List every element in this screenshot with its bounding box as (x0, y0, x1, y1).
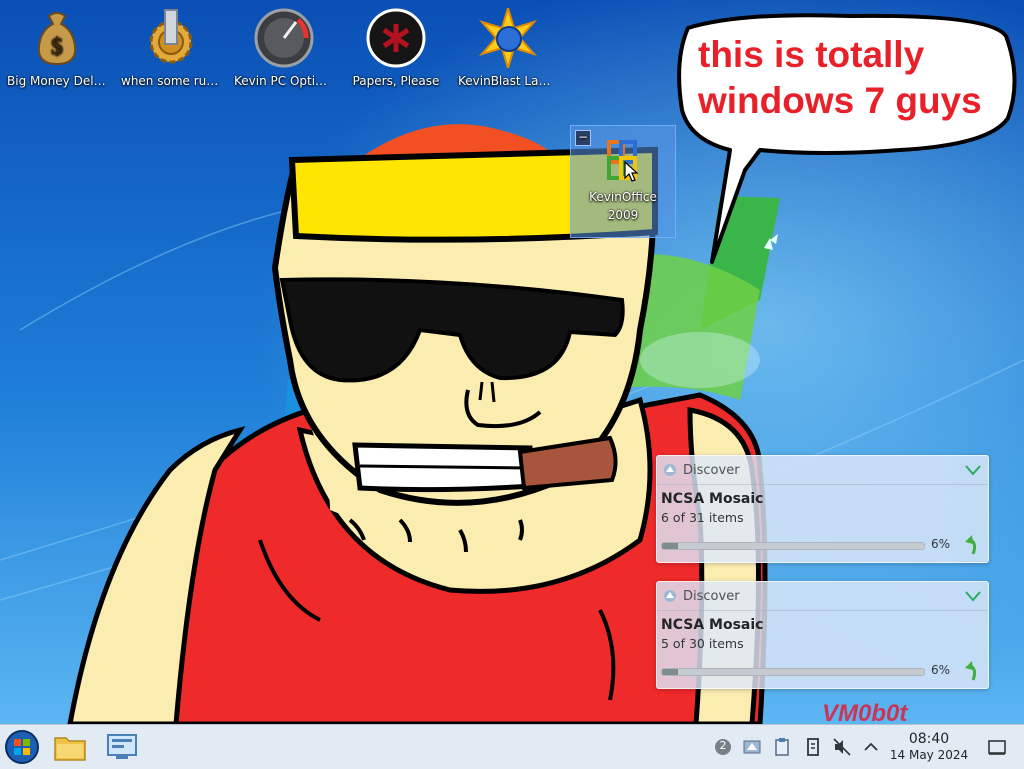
notification-title: NCSA Mosaic (661, 617, 764, 633)
desktop-icon-label: KevinOffice 2009 (589, 190, 657, 222)
tray-clipboard[interactable] (772, 737, 792, 757)
starburst-globe-icon (476, 4, 540, 72)
tray-volume[interactable] (832, 737, 852, 757)
system-settings-launcher[interactable] (104, 729, 140, 765)
volume-muted-icon (833, 738, 851, 756)
desktop-icon-label: KevinBlast Launcher (458, 74, 560, 88)
chevron-down-icon[interactable] (964, 463, 982, 477)
watermark-text: VM0b0t (822, 700, 908, 724)
desktop-icon-label: when some russian runs a... (121, 74, 223, 88)
desktop-icon-label: Papers, Please (352, 74, 440, 88)
undo-arrow-icon[interactable] (963, 660, 983, 682)
desktop-icon-label: Kevin PC Optimizer Ho... (234, 74, 336, 88)
explorer-icon (107, 734, 137, 759)
speech-bubble-text: this is totally windows 7 guys (698, 34, 982, 121)
notification-count-badge[interactable]: 2 (713, 737, 733, 757)
discover-icon (664, 464, 676, 476)
progress-bar (661, 542, 925, 550)
office-logo-icon (599, 136, 647, 184)
emblem-icon (364, 8, 428, 68)
notification-popup[interactable]: Discover NCSA Mosaic 6 of 31 items 6% (656, 455, 989, 563)
desktop-icon-kevinoffice-2009[interactable]: − KevinOffice 2009 (570, 125, 676, 238)
clock-date: 14 May 2024 (889, 748, 969, 762)
tray-expand[interactable] (861, 737, 881, 757)
folder-icon (54, 737, 86, 761)
show-desktop-button[interactable] (987, 737, 1007, 757)
file-manager-launcher[interactable] (52, 729, 88, 765)
desktop-icon-label: Big Money Deluxe (7, 74, 109, 88)
notification-title: NCSA Mosaic (661, 491, 764, 507)
notification-app-name: Discover (683, 462, 740, 478)
gear-icon (139, 8, 203, 68)
taskbar: 2 08:40 14 May 2024 (0, 724, 1024, 769)
discover-icon (743, 740, 761, 754)
chevron-up-icon (864, 742, 878, 751)
chevron-down-icon[interactable] (964, 589, 982, 603)
undo-arrow-icon[interactable] (963, 534, 983, 556)
tray-device[interactable] (803, 737, 823, 757)
discover-icon (664, 590, 676, 602)
notification-subtitle: 6 of 31 items (661, 510, 744, 525)
start-button[interactable] (4, 729, 40, 765)
tray-discover[interactable] (742, 737, 762, 757)
desktop[interactable]: $ Big Money Deluxe when some russian run… (0, 0, 1024, 724)
notification-subtitle: 5 of 30 items (661, 636, 744, 651)
show-desktop-icon (988, 740, 1006, 755)
selection-toggle-icon[interactable]: − (575, 130, 591, 146)
start-orb-icon (5, 730, 39, 764)
device-icon (807, 738, 819, 756)
desktop-icon-big-money-deluxe[interactable]: $ Big Money Deluxe (5, 8, 109, 90)
progress-bar (661, 668, 925, 676)
progress-percent: 6% (931, 663, 951, 677)
desktop-icon-kevinblast-launcher[interactable]: KevinBlast Launcher (456, 4, 560, 90)
digital-clock[interactable]: 08:40 14 May 2024 (880, 731, 978, 763)
desktop-icon-russian-runs[interactable]: when some russian runs a... (119, 8, 223, 90)
clock-time: 08:40 (908, 731, 950, 747)
notification-popup[interactable]: Discover NCSA Mosaic 5 of 30 items 6% (656, 581, 989, 689)
svg-text:$: $ (51, 34, 63, 60)
desktop-icon-papers-please[interactable]: Papers, Please (344, 8, 448, 90)
speedometer-icon (252, 8, 316, 68)
desktop-icon-kevin-pc-optimizer[interactable]: Kevin PC Optimizer Ho... (232, 8, 336, 90)
notification-app-name: Discover (683, 588, 740, 604)
money-bag-icon: $ (25, 8, 89, 68)
clipboard-icon (775, 738, 789, 756)
progress-percent: 6% (931, 537, 951, 551)
notification-count: 2 (719, 739, 727, 752)
